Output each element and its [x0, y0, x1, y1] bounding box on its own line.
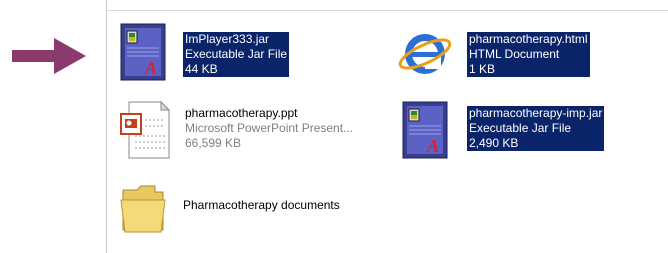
- folder-item-pharmacotherapy-documents[interactable]: Pharmacotherapy documents: [115, 176, 405, 236]
- file-name: ImPlayer333.jar: [183, 32, 290, 47]
- powerpoint-file-icon: [120, 100, 171, 159]
- file-label: pharmacotherapy.html HTML Document 1 KB: [467, 32, 590, 77]
- file-name: pharmacotherapy.ppt: [185, 106, 298, 120]
- file-type: Microsoft PowerPoint Present...: [185, 121, 354, 135]
- file-size: 66,599 KB: [185, 136, 242, 150]
- file-label: pharmacotherapy.ppt Microsoft PowerPoint…: [185, 106, 353, 151]
- internet-explorer-icon: [398, 34, 452, 74]
- folder-name: Pharmacotherapy documents: [183, 198, 340, 212]
- file-type: HTML Document: [467, 47, 590, 62]
- file-name: pharmacotherapy.html: [467, 32, 590, 47]
- jar-file-icon: A: [120, 23, 166, 81]
- pane-header-edge: [107, 0, 668, 11]
- file-list-pane: A ImPlayer333.jar Executable Jar File 44…: [106, 0, 668, 253]
- file-type: Executable Jar File: [183, 47, 290, 62]
- file-type: Executable Jar File: [467, 121, 605, 136]
- file-size: 1 KB: [467, 62, 590, 77]
- file-name: pharmacotherapy-imp.jar: [467, 106, 605, 121]
- file-item-pharmacotherapy-imp-jar[interactable]: A pharmacotherapy-imp.jar Executable Jar…: [397, 100, 637, 162]
- file-item-pharmacotherapy-html[interactable]: pharmacotherapy.html HTML Document 1 KB: [397, 22, 627, 84]
- file-label: ImPlayer333.jar Executable Jar File 44 K…: [183, 32, 290, 77]
- file-size: 44 KB: [183, 62, 290, 77]
- file-size: 2,490 KB: [467, 136, 605, 151]
- folder-icon: [120, 185, 166, 233]
- svg-text:A: A: [144, 58, 157, 78]
- svg-text:A: A: [426, 136, 439, 156]
- pointer-arrow-icon: [12, 38, 86, 74]
- file-item-pharmacotherapy-ppt[interactable]: pharmacotherapy.ppt Microsoft PowerPoint…: [115, 100, 405, 162]
- file-label: Pharmacotherapy documents: [183, 198, 340, 213]
- file-item-implayer-jar[interactable]: A ImPlayer333.jar Executable Jar File 44…: [115, 22, 315, 84]
- file-label: pharmacotherapy-imp.jar Executable Jar F…: [467, 106, 605, 151]
- jar-file-icon: A: [402, 101, 448, 159]
